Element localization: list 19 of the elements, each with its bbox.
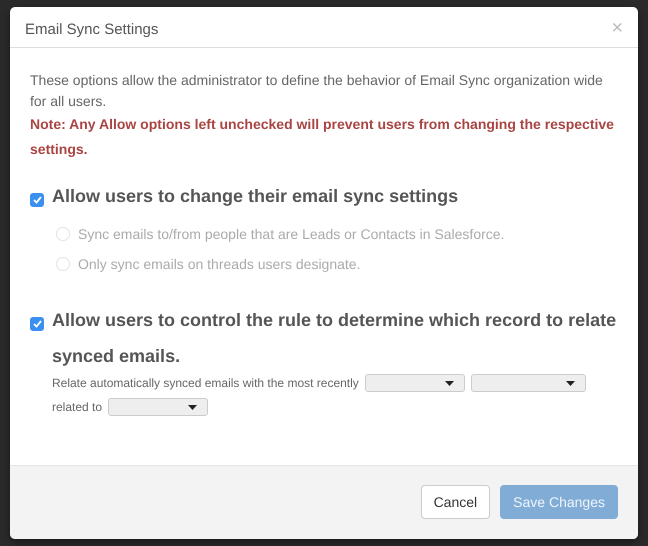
radio-label: Only sync emails on threads users designate.: [78, 255, 360, 274]
dropdown[interactable]: [364, 374, 465, 392]
option-label: Allow users to control the rule to determine which record to relate synced emails.: [52, 309, 618, 368]
close-button[interactable]: ×: [611, 21, 623, 35]
radio-label: Sync emails to/from people that are Leads or Contacts in Salesforce.: [78, 225, 504, 244]
rule-text: Relate automatically synced emails with the most recently: [52, 376, 359, 390]
dialog-title: Email Sync Settings: [25, 21, 158, 39]
cancel-button[interactable]: Cancel: [420, 485, 490, 519]
dropdown[interactable]: [470, 374, 586, 392]
rule-text: related to: [52, 400, 102, 414]
dropdown[interactable]: [108, 398, 208, 416]
checkbox[interactable]: [30, 193, 44, 207]
warning-note: Note: Any Allow options left unchecked will prevent users from changing the respective settings.: [30, 115, 615, 159]
caret-icon: [188, 404, 198, 410]
description-text: These options allow the administrator to define the behavior of Email Sync organization wide for all users.: [30, 71, 604, 111]
caret-icon: [444, 380, 454, 386]
checkbox[interactable]: [30, 317, 44, 331]
caret-icon: [566, 380, 575, 386]
option-label: Allow users to change their email sync settings: [52, 185, 460, 208]
